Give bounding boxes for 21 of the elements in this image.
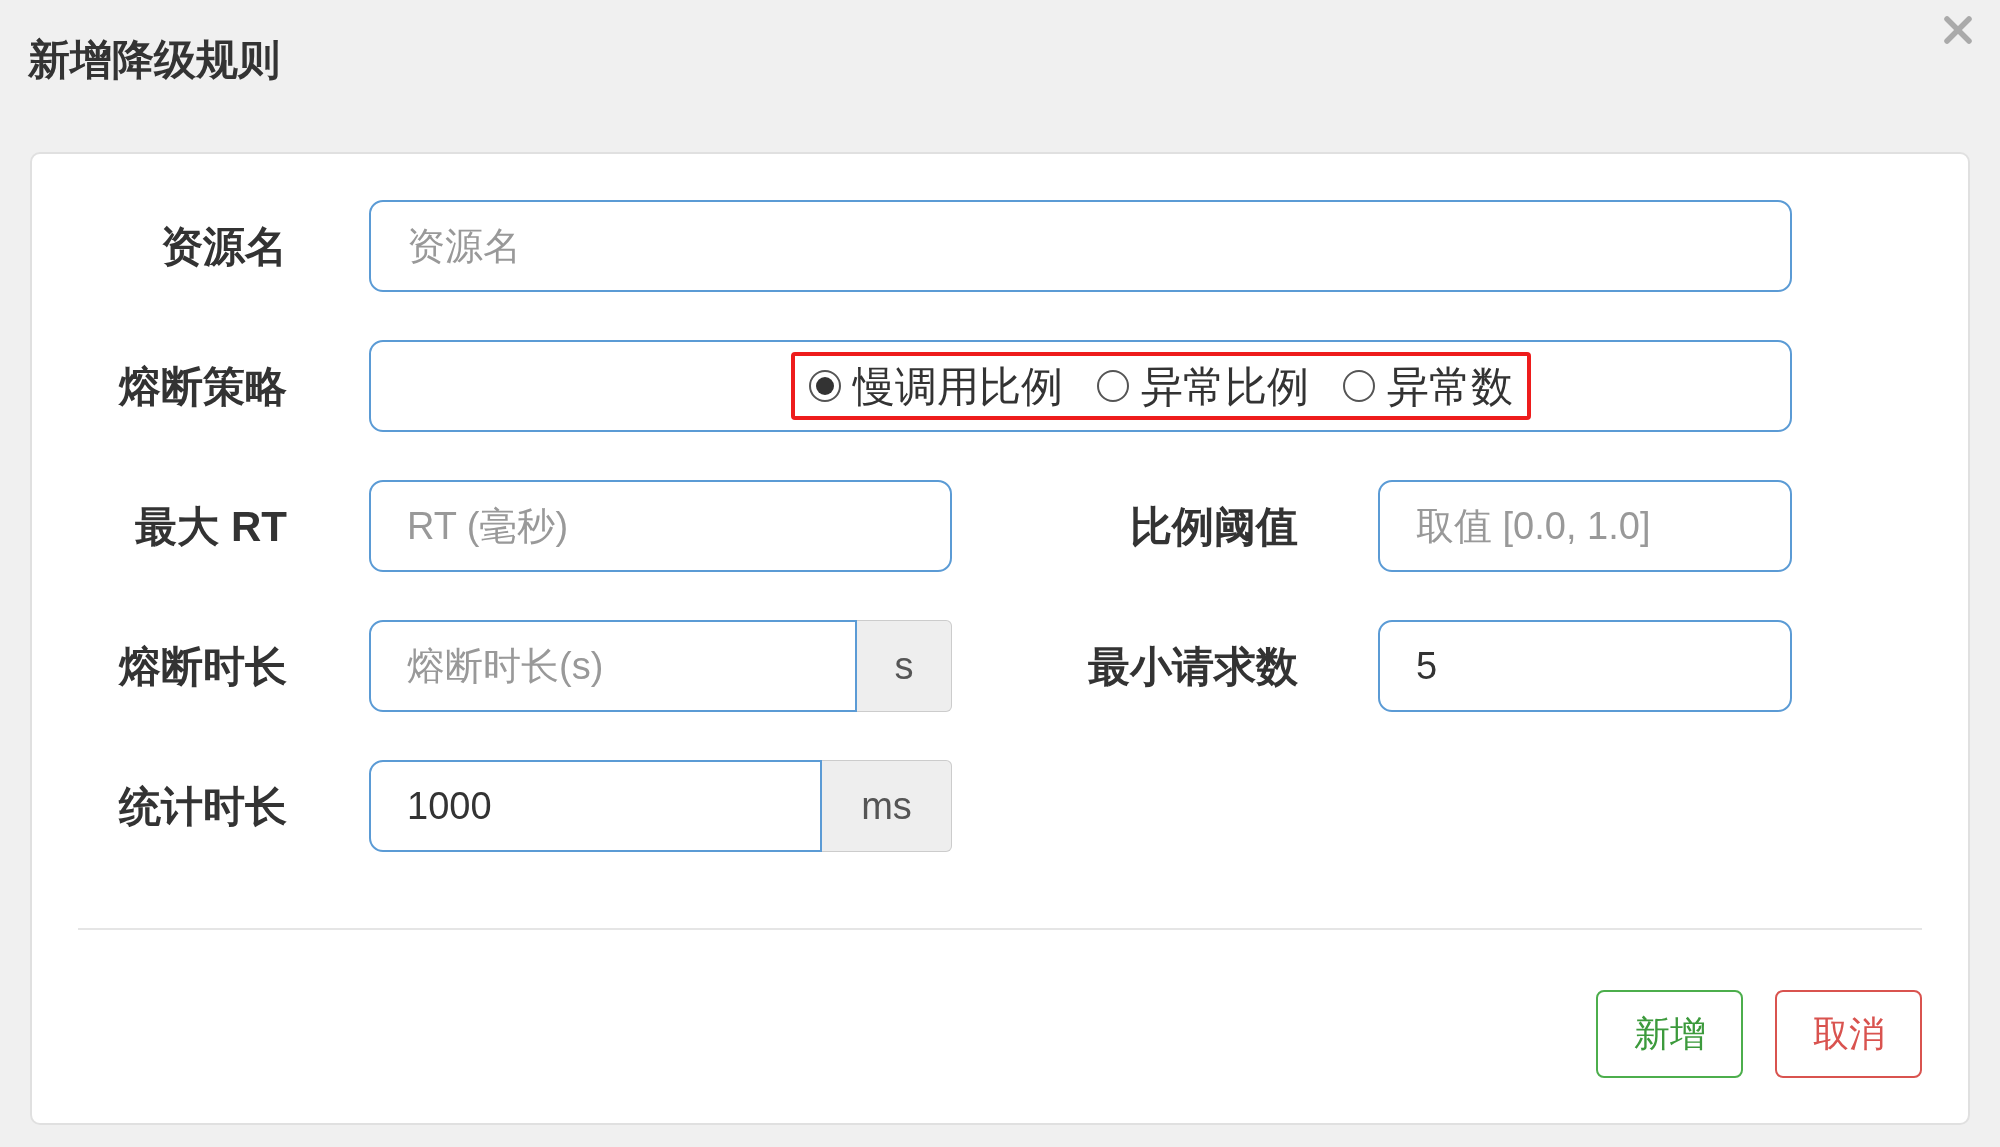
input-field[interactable]: RT (毫秒) (369, 480, 952, 572)
input-field[interactable]: 5 (1378, 620, 1792, 712)
dialog-button[interactable]: 取消 (1775, 990, 1922, 1078)
dialog-button[interactable]: 新增 (1596, 990, 1743, 1078)
input-field[interactable]: 熔断时长(s) (369, 620, 857, 712)
field-label: 熔断策略 (119, 361, 287, 412)
field-label: 资源名 (161, 221, 287, 272)
input-field[interactable]: 1000 (369, 760, 822, 852)
input-field[interactable]: 资源名 (369, 200, 1792, 292)
field-label: 最大 RT (135, 501, 287, 552)
input-field[interactable]: 取值 [0.0, 1.0] (1378, 480, 1792, 572)
radio-option[interactable]: 慢调用比例 (808, 354, 1063, 418)
radio-option[interactable]: 异常比例 (1096, 354, 1309, 418)
field-label: 最小请求数 (1088, 641, 1298, 692)
unit-addon: s (857, 620, 952, 712)
dialog-title: 新增降级规则 (28, 35, 280, 85)
field-label: 统计时长 (119, 781, 287, 832)
unit-addon: ms (822, 760, 952, 852)
radio-option[interactable]: 异常数 (1342, 354, 1513, 418)
field-label: 熔断时长 (119, 641, 287, 692)
field-label: 比例阈值 (1130, 501, 1298, 552)
